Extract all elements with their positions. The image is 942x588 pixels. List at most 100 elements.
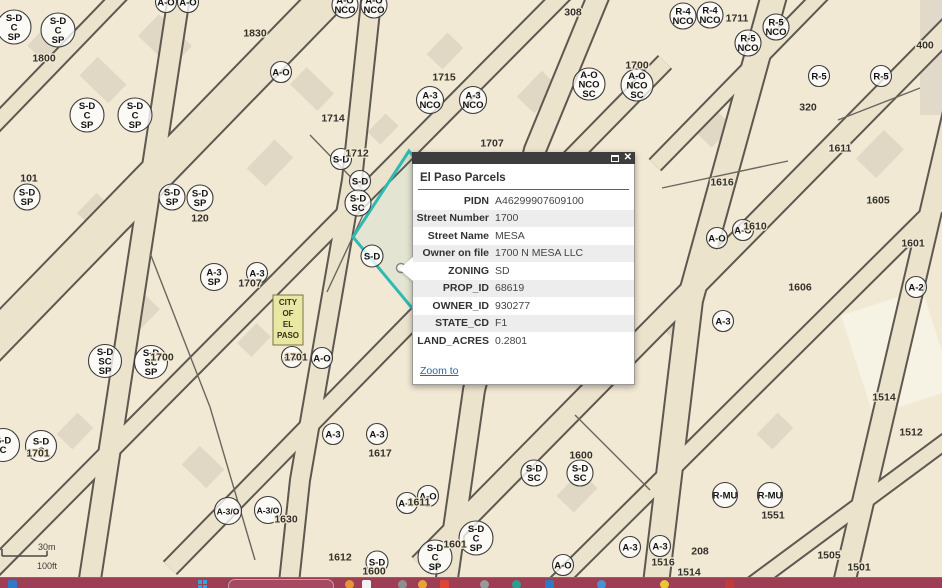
address-label: 1612	[328, 552, 352, 564]
taskbar-app-icon[interactable]	[597, 580, 606, 588]
zone-label: R-5NCO	[735, 30, 761, 56]
field-value: F1	[495, 317, 507, 329]
svg-text:A-O: A-O	[179, 0, 196, 8]
parcel-popup: ✕ El Paso Parcels PIDNA46299907609100Str…	[412, 152, 635, 385]
zone-label: A-2	[906, 277, 927, 298]
attribute-row: LAND_ACRES0.2801	[413, 332, 634, 350]
zone-label: S-D	[361, 245, 383, 267]
field-value: 68619	[495, 282, 524, 294]
zone-label: R-MU	[758, 483, 783, 508]
zone-label: A-ONCOSC	[621, 69, 653, 101]
taskbar-app-icon[interactable]	[725, 580, 734, 588]
svg-text:NCO: NCO	[765, 27, 786, 38]
address-label: 400	[916, 40, 934, 52]
taskbar-app-icon[interactable]	[545, 580, 554, 588]
attribute-row: ZONINGSD	[413, 262, 634, 280]
zone-label: A-O	[312, 348, 333, 369]
scale-imperial-label: 100ft	[37, 561, 58, 571]
taskbar[interactable]	[0, 577, 942, 588]
address-label: 1514	[677, 567, 701, 578]
zone-label: A-ONCO	[361, 0, 387, 18]
taskbar-app-icon[interactable]	[345, 580, 354, 588]
window-maximize-icon[interactable]	[611, 155, 619, 162]
svg-text:NCO: NCO	[699, 15, 720, 26]
svg-text:SC: SC	[630, 90, 643, 101]
zone-label: S-DCSP	[118, 98, 152, 132]
zone-label: A-3	[620, 537, 641, 558]
svg-text:SP: SP	[208, 277, 221, 288]
svg-text:A-2: A-2	[908, 282, 923, 293]
address-label: 1617	[368, 448, 392, 460]
field-label: Street Number	[413, 212, 495, 224]
svg-text:EL: EL	[283, 320, 293, 329]
svg-text:OF: OF	[282, 309, 293, 318]
windows-start-icon[interactable]	[198, 580, 207, 588]
popup-titlebar[interactable]: ✕	[412, 152, 635, 164]
svg-text:A-O: A-O	[313, 353, 330, 364]
attribute-row: Street NameMESA	[413, 227, 634, 245]
svg-text:R-5: R-5	[811, 71, 827, 82]
address-label: 1601	[443, 539, 467, 551]
field-value: 0.2801	[495, 335, 527, 347]
field-value: MESA	[495, 230, 525, 242]
svg-text:A-O: A-O	[708, 233, 725, 244]
attribute-row: OWNER_ID930277	[413, 297, 634, 315]
zone-label: S-DSP	[159, 184, 185, 210]
address-label: 1610	[743, 221, 767, 233]
popup-callout-arrow	[399, 257, 413, 281]
field-label: STATE_CD	[413, 317, 495, 329]
taskbar-app-icon[interactable]	[480, 580, 489, 588]
zone-label: A-3SP	[201, 264, 228, 291]
field-value: 1700	[495, 212, 518, 224]
field-label: Street Name	[413, 230, 495, 242]
address-label: 1601	[901, 238, 925, 250]
taskbar-app-icon[interactable]	[362, 580, 371, 588]
svg-text:SP: SP	[194, 198, 207, 209]
svg-text:R-MU: R-MU	[758, 490, 783, 501]
taskbar-app-icon[interactable]	[440, 580, 449, 588]
zone-label: S-DCSP	[41, 13, 75, 47]
address-label: 1701	[284, 352, 308, 364]
zone-label: R-5	[809, 66, 830, 87]
address-label: 1512	[899, 427, 923, 439]
address-label: 101	[20, 173, 38, 185]
svg-text:SP: SP	[470, 543, 483, 554]
address-label: 1714	[321, 113, 345, 125]
address-label: 1606	[788, 282, 812, 294]
zone-label: S-DCSP	[70, 98, 104, 132]
taskbar-app-icon[interactable]	[418, 580, 427, 588]
svg-text:SP: SP	[52, 35, 65, 46]
field-label: ZONING	[413, 265, 495, 277]
zone-label: R-4NCO	[697, 2, 723, 28]
window-close-icon[interactable]: ✕	[624, 154, 632, 162]
taskbar-app-icon[interactable]	[512, 580, 521, 588]
popup-title-separator	[418, 189, 629, 190]
svg-text:SP: SP	[81, 120, 94, 131]
svg-text:A-3/O: A-3/O	[217, 506, 240, 516]
svg-text:A-3: A-3	[369, 429, 384, 440]
taskbar-app-icon[interactable]	[398, 580, 407, 588]
address-label: 1630	[274, 514, 298, 526]
zone-label: A-ONCO	[332, 0, 358, 18]
taskbar-app-icon[interactable]	[8, 580, 17, 588]
address-label: 1611	[408, 497, 431, 509]
zone-label: R-MU	[713, 483, 738, 508]
zone-label: A-O	[271, 62, 292, 83]
zone-label: S-DSCSP	[89, 345, 122, 378]
taskbar-app-icon[interactable]	[660, 580, 669, 588]
zone-label: A-3	[323, 424, 344, 445]
zone-label: A-3	[650, 536, 671, 557]
address-label: 1712	[345, 148, 369, 160]
svg-text:SC: SC	[527, 473, 540, 484]
zone-label: S-DSC	[345, 190, 371, 216]
zone-label: S-D	[350, 171, 371, 192]
zone-label: A-ONCOSC	[573, 68, 605, 100]
svg-text:SP: SP	[129, 120, 142, 131]
popup-title: El Paso Parcels	[420, 172, 628, 184]
address-label: 1800	[32, 53, 56, 65]
address-label: 1600	[569, 450, 593, 462]
address-label: 1711	[726, 13, 749, 25]
svg-text:SC: SC	[351, 203, 364, 214]
zoom-to-link[interactable]: Zoom to	[420, 365, 459, 377]
taskbar-search-pill[interactable]	[228, 579, 334, 588]
